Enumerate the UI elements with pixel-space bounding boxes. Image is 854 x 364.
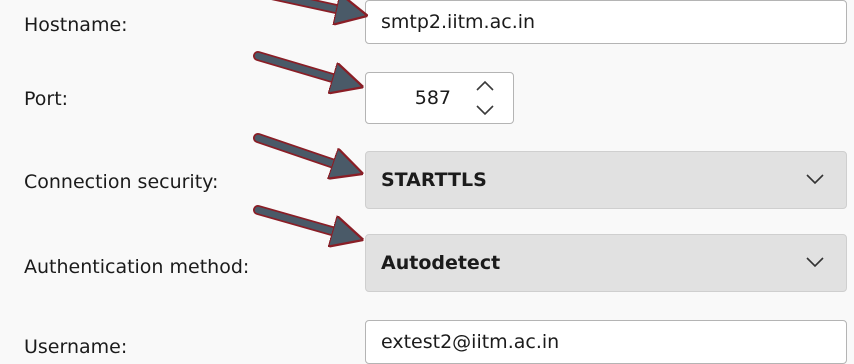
chevron-down-icon <box>806 174 824 185</box>
connection-security-value: STARTTLS <box>381 169 487 191</box>
port-value[interactable]: 587 <box>415 73 451 123</box>
port-stepper[interactable]: 587 <box>365 72 514 124</box>
authentication-method-label: Authentication method: <box>24 256 250 278</box>
arrow-pointer-icon <box>271 0 350 12</box>
hostname-label: Hostname: <box>24 14 128 36</box>
chevron-down-icon <box>475 105 494 116</box>
authentication-method-select[interactable]: Autodetect <box>365 234 847 292</box>
connection-security-label: Connection security: <box>24 171 219 193</box>
username-label: Username: <box>24 336 128 358</box>
arrow-pointer-icon <box>253 205 346 235</box>
username-input[interactable]: extest2@iitm.ac.in <box>365 320 847 364</box>
arrow-pointer-icon <box>253 51 346 82</box>
chevron-down-icon <box>806 257 824 268</box>
hostname-input[interactable]: smtp2.iitm.ac.in <box>365 0 847 44</box>
port-decrement-button[interactable] <box>456 98 513 123</box>
connection-security-select[interactable]: STARTTLS <box>365 151 847 209</box>
arrow-pointer-icon <box>253 133 346 168</box>
port-increment-button[interactable] <box>456 73 513 98</box>
port-label: Port: <box>24 88 69 110</box>
port-stepper-buttons <box>456 73 513 123</box>
authentication-method-value: Autodetect <box>381 252 501 274</box>
chevron-up-icon <box>475 80 494 91</box>
